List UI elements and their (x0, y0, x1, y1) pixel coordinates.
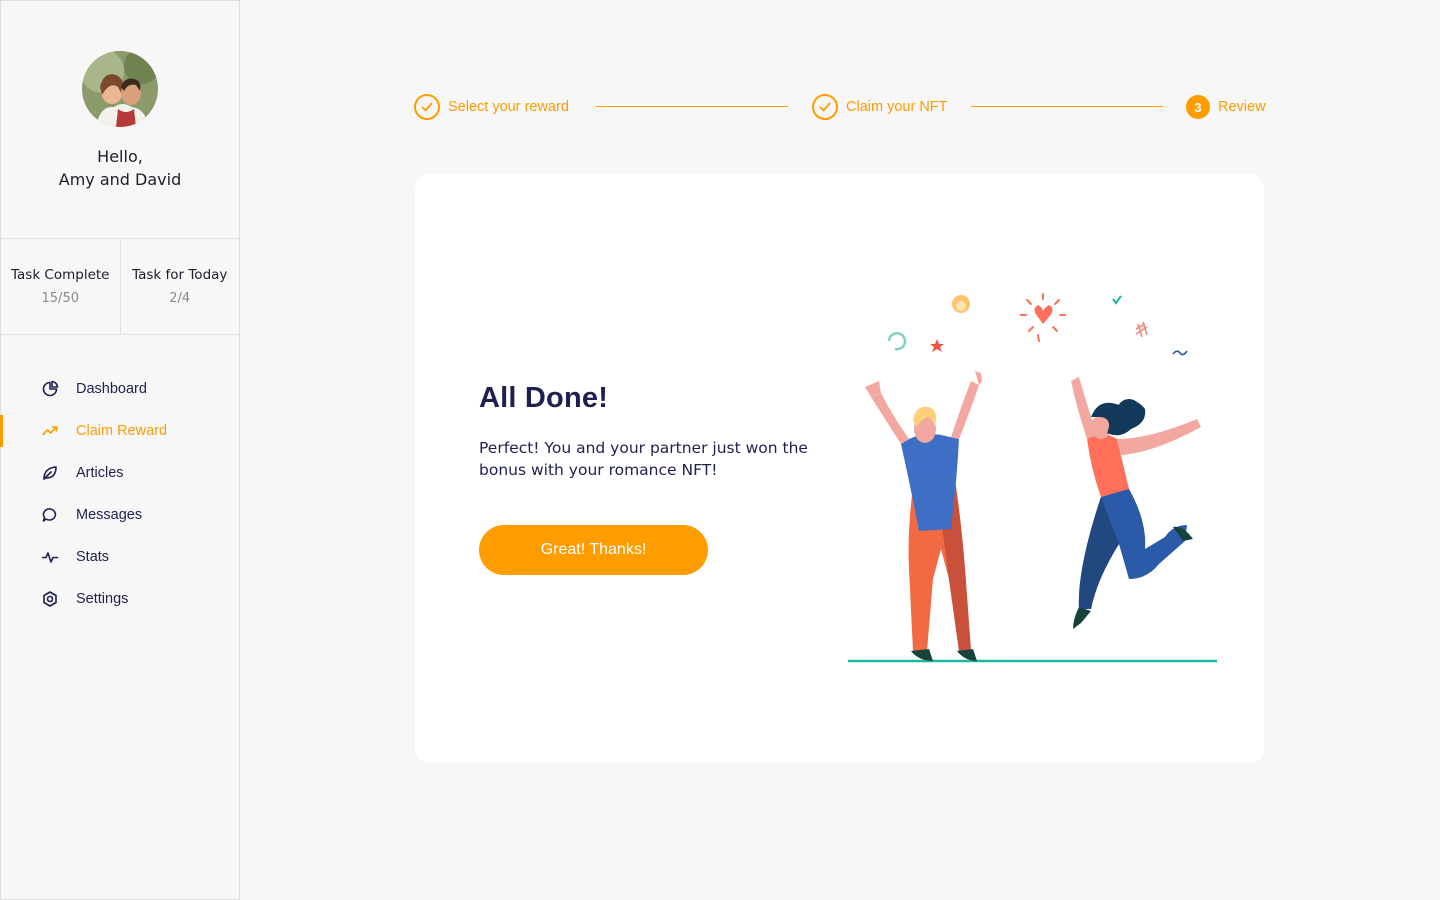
stat-value: 2/4 (169, 291, 191, 306)
great-thanks-button[interactable]: Great! Thanks! (479, 525, 708, 575)
checkmark-icon (414, 94, 440, 120)
profile-section: Hello, Amy and David (1, 1, 239, 239)
trending-up-icon (41, 422, 59, 440)
completion-card: All Done! Perfect! You and your partner … (415, 174, 1264, 763)
step-select-reward[interactable]: Select your reward (414, 94, 569, 120)
step-claim-nft[interactable]: Claim your NFT (812, 94, 948, 120)
sidebar-item-label: Stats (76, 549, 110, 565)
step-label: Review (1218, 99, 1266, 115)
sidebar-item-label: Dashboard (76, 381, 147, 397)
sidebar: Hello, Amy and David Task Complete 15/50… (0, 0, 240, 900)
sidebar-item-dashboard[interactable]: Dashboard (1, 368, 239, 410)
sidebar-item-label: Settings (76, 591, 129, 607)
step-review[interactable]: 3 Review (1186, 94, 1266, 120)
card-message: Perfect! You and your partner just won t… (479, 439, 808, 479)
progress-stepper: Select your reward Claim your NFT 3 Revi… (414, 94, 1266, 120)
chat-bubble-icon (41, 506, 59, 524)
greeting: Hello, Amy and David (59, 145, 181, 191)
step-number: 3 (1186, 95, 1210, 119)
greeting-line-1: Hello, (97, 147, 143, 166)
task-stats: Task Complete 15/50 Task for Today 2/4 (1, 239, 239, 335)
step-label: Claim your NFT (846, 99, 948, 115)
stat-label: Task for Today (132, 267, 228, 283)
sidebar-item-messages[interactable]: Messages (1, 494, 239, 536)
stat-task-for-today: Task for Today 2/4 (119, 239, 240, 334)
sidebar-item-label: Claim Reward (76, 423, 168, 439)
sidebar-item-articles[interactable]: Articles (1, 452, 239, 494)
gear-icon (41, 590, 59, 608)
pulse-icon (41, 548, 59, 566)
sidebar-item-label: Messages (76, 507, 143, 523)
avatar[interactable] (82, 51, 158, 127)
sidebar-item-label: Articles (76, 465, 124, 481)
checkmark-icon (812, 94, 838, 120)
stat-value: 15/50 (41, 291, 79, 306)
leaf-icon (41, 464, 59, 482)
sidebar-item-settings[interactable]: Settings (1, 578, 239, 620)
step-connector (971, 106, 1163, 107)
pie-chart-icon (41, 380, 59, 398)
stat-label: Task Complete (11, 267, 110, 283)
sidebar-item-stats[interactable]: Stats (1, 536, 239, 578)
step-label: Select your reward (448, 99, 569, 115)
sidebar-item-claim-reward[interactable]: Claim Reward (0, 410, 239, 452)
user-names: Amy and David (58, 170, 182, 189)
sidebar-nav: Dashboard Claim Reward Articles Messages… (0, 368, 239, 620)
celebration-illustration (829, 289, 1219, 669)
step-connector (596, 106, 788, 107)
stat-task-complete: Task Complete 15/50 (1, 239, 120, 334)
card-title: All Done! (479, 382, 609, 414)
